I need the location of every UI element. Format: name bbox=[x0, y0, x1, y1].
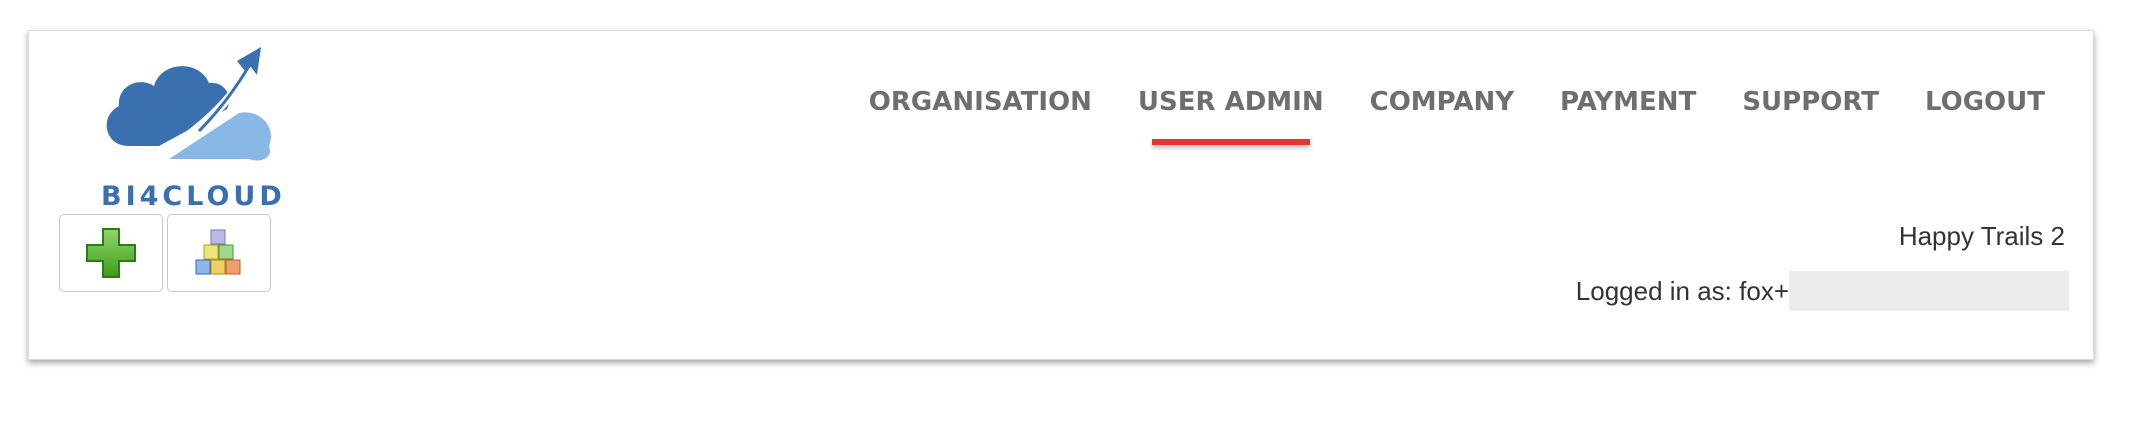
redacted-email bbox=[1789, 271, 2069, 311]
stacked-blocks-icon bbox=[195, 229, 241, 275]
green-plus-icon bbox=[86, 228, 136, 278]
nav-item-support[interactable]: SUPPORT bbox=[1742, 87, 1879, 117]
nav-item-label: COMPANY bbox=[1369, 87, 1515, 117]
bi4cloud-logo[interactable]: BI4CLOUD bbox=[79, 41, 289, 221]
nav-item-label: LOGOUT bbox=[1924, 87, 2045, 117]
logged-in-label: Logged in as: fox+ bbox=[1575, 275, 1789, 306]
logo-text: BI4CLOUD bbox=[101, 181, 286, 212]
logged-in-info: Logged in as: fox+ bbox=[1576, 271, 2069, 311]
hierarchy-button[interactable] bbox=[167, 214, 271, 292]
nav-item-label: SUPPORT bbox=[1742, 87, 1879, 117]
organisation-name: Happy Trails 2 bbox=[1898, 221, 2065, 251]
nav-item-payment[interactable]: PAYMENT bbox=[1560, 87, 1696, 117]
nav-item-user-admin[interactable]: USER ADMIN bbox=[1137, 87, 1324, 145]
nav-item-company[interactable]: COMPANY bbox=[1370, 87, 1514, 117]
active-nav-underline bbox=[1151, 139, 1310, 145]
header-panel: BI4CLOUD ORGANISATION USER ADMIN COMPANY… bbox=[28, 30, 2094, 360]
nav-item-label: ORGANISATION bbox=[868, 87, 1092, 117]
toolbar bbox=[59, 214, 271, 292]
nav-item-label: USER ADMIN bbox=[1137, 87, 1324, 117]
nav-item-label: PAYMENT bbox=[1560, 87, 1697, 117]
add-button[interactable] bbox=[59, 214, 163, 292]
cloud-logo-icon bbox=[106, 47, 271, 163]
main-nav: ORGANISATION USER ADMIN COMPANY PAYMENT … bbox=[869, 87, 2045, 145]
nav-item-logout[interactable]: LOGOUT bbox=[1925, 87, 2045, 117]
nav-item-organisation[interactable]: ORGANISATION bbox=[869, 87, 1092, 117]
